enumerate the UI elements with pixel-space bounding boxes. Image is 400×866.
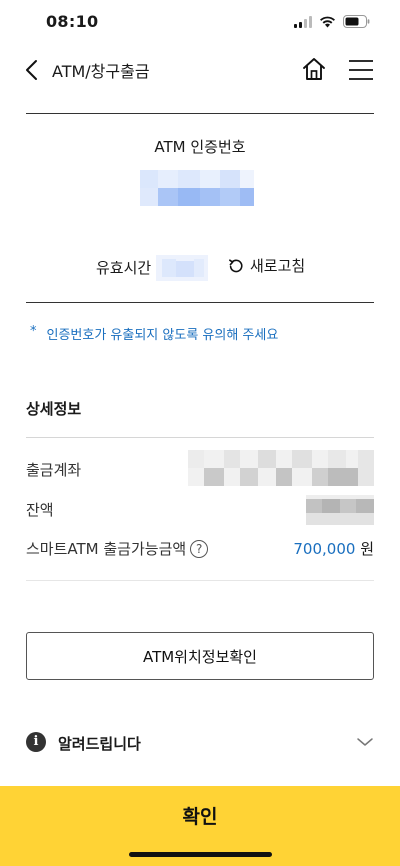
- divider: [26, 113, 374, 114]
- help-icon[interactable]: ?: [190, 540, 209, 558]
- account-value-masked: [188, 450, 374, 486]
- wifi-icon: [320, 16, 335, 27]
- home-indicator: [129, 852, 272, 857]
- refresh-label: 새로고침: [250, 257, 306, 275]
- smart-atm-limit-label: 스마트ATM 출금가능금액?: [26, 538, 209, 559]
- divider: [26, 437, 374, 438]
- battery-icon: [343, 15, 370, 28]
- info-icon: i: [26, 732, 46, 752]
- refresh-icon: [229, 258, 243, 272]
- validity-label: 유효시간: [96, 259, 152, 277]
- divider: [26, 302, 374, 303]
- notice-text: 인증번호가 유출되지 않도록 유의해 주세요: [46, 328, 279, 343]
- smart-atm-amount: 700,000 원: [293, 538, 374, 559]
- menu-icon[interactable]: [348, 58, 374, 82]
- details-title: 상세정보: [26, 400, 82, 418]
- chevron-down-icon: [357, 738, 373, 746]
- status-icons: [294, 15, 370, 28]
- divider: [26, 580, 374, 581]
- smart-atm-label-text: 스마트ATM 출금가능금액: [26, 540, 187, 558]
- info-label: 알려드립니다: [58, 735, 141, 753]
- currency-label: 원: [360, 540, 374, 558]
- account-label: 출금계좌: [26, 461, 82, 479]
- atm-location-button[interactable]: ATM위치정보확인: [26, 632, 374, 680]
- smart-atm-amount-number: 700,000: [293, 540, 356, 558]
- back-icon[interactable]: [22, 58, 44, 82]
- notice: * 인증번호가 유출되지 않도록 유의해 주세요: [30, 324, 278, 343]
- notice-bullet: *: [30, 324, 37, 339]
- page-title: ATM/창구출금: [52, 62, 150, 81]
- home-icon[interactable]: [300, 55, 328, 83]
- nav-bar: ATM/창구출금: [0, 52, 400, 88]
- validity-time-masked: [156, 255, 208, 281]
- balance-value-masked: [306, 495, 374, 525]
- refresh-button[interactable]: 새로고침: [228, 255, 305, 276]
- balance-label: 잔액: [26, 501, 54, 519]
- signal-icon: [294, 15, 312, 28]
- status-time: 08:10: [46, 12, 99, 31]
- status-bar: 08:10: [0, 0, 400, 46]
- atm-code-label: ATM 인증번호: [154, 138, 246, 156]
- info-accordion[interactable]: i 알려드립니다: [26, 728, 374, 758]
- validity-row: 유효시간 새로고침: [0, 252, 400, 282]
- atm-code-value-masked: [140, 170, 254, 206]
